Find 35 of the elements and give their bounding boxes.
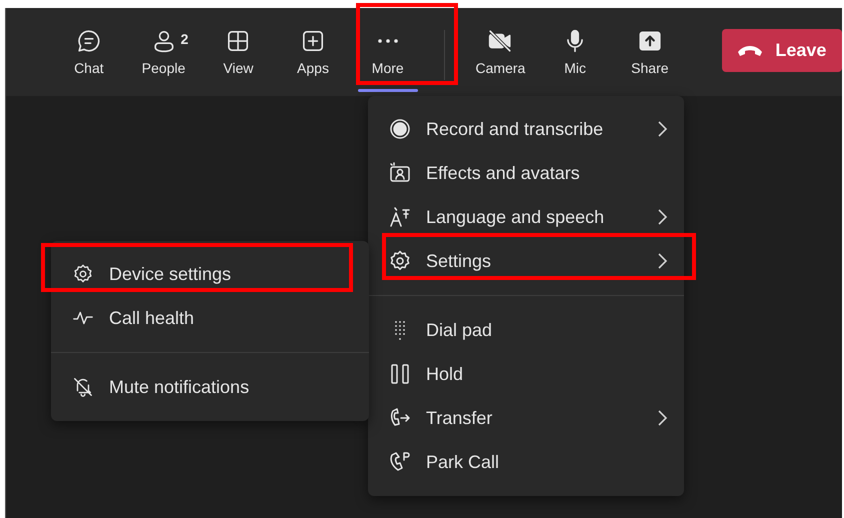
participant-count: 2	[180, 31, 188, 47]
menu-item[interactable]: Device settings	[51, 252, 369, 296]
chat-bubble-icon	[76, 28, 102, 54]
language-icon	[388, 205, 412, 229]
menu-item[interactable]: Transfer	[368, 396, 684, 440]
toolbar-button[interactable]: View	[204, 8, 272, 96]
settings-icon	[72, 263, 94, 285]
toolbar-button[interactable]: Share	[616, 8, 684, 96]
toolbar-button[interactable]: Chat	[55, 8, 123, 96]
bell-off-icon	[72, 376, 94, 398]
camera-off-icon	[487, 28, 514, 54]
toolbar-button[interactable]: Camera	[466, 8, 534, 96]
toolbar-button[interactable]: Apps	[279, 8, 347, 96]
toolbar-button[interactable]: Mic	[541, 8, 609, 96]
chevron-icon	[656, 120, 668, 138]
menu-item[interactable]: Record and transcribe	[368, 107, 684, 151]
menu-item[interactable]: Language and speech	[368, 195, 684, 239]
menu-item[interactable]: Dial pad	[368, 308, 684, 352]
chevron-icon	[656, 409, 668, 427]
settings-icon	[388, 249, 412, 273]
menu-item[interactable]: Call health	[51, 296, 369, 340]
menu-item[interactable]: Mute notifications	[51, 365, 369, 409]
menu-item[interactable]: Settings	[368, 239, 684, 283]
portrait-icon	[388, 161, 412, 185]
chevron-icon	[656, 252, 668, 270]
chevron-icon	[656, 208, 668, 226]
record-icon	[388, 117, 412, 141]
menu-item[interactable]: Effects and avatars	[368, 151, 684, 195]
leave-button[interactable]: Leave	[722, 28, 842, 72]
more-icon	[378, 39, 398, 43]
toolbar-button[interactable]: 2 People	[130, 8, 198, 96]
toolbar-button[interactable]: More	[354, 8, 422, 96]
menu-item[interactable]: Park Call	[368, 440, 684, 484]
hang-up-icon	[737, 43, 764, 57]
menu-item[interactable]: Hold	[368, 352, 684, 396]
